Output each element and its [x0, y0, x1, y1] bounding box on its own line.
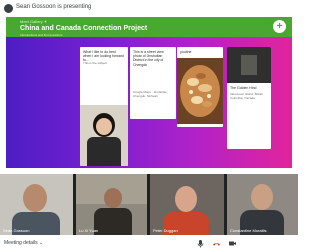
participant-tile-4[interactable]: Constantine Moraitis: [227, 174, 298, 235]
board-subtitle: Introductions and first questions: [20, 33, 63, 37]
participant-strip: Sean Gossoon Lu Xi Yuan Peter Duggan Con…: [0, 174, 298, 235]
hangup-icon[interactable]: [212, 239, 221, 248]
participant-tile-3[interactable]: Peter Duggan: [150, 174, 224, 235]
card-4-text: The Golden Hind: [230, 86, 257, 90]
participant-1-name: Sean Gossoon: [3, 228, 30, 233]
padlet-card-1[interactable]: What I like to do best when I am looking…: [80, 47, 128, 166]
board-title: China and Canada Connection Project: [20, 25, 148, 32]
padlet-card-3[interactable]: poutine: [177, 47, 223, 127]
card-1-footer: This is the subject: [83, 61, 108, 65]
plus-icon[interactable]: +: [273, 20, 286, 33]
mic-icon[interactable]: [196, 239, 205, 248]
card-2-small: Google Maps · Jinshuitan, Chengdu, Sichu…: [133, 90, 168, 98]
participant-3-head: [175, 186, 197, 212]
shared-screen: Meet Gallery ✦ China and Canada Connecti…: [6, 17, 292, 168]
girl-body: [87, 137, 121, 166]
participant-2-name: Lu Xi Yuan: [79, 228, 99, 233]
presenter-avatar: [4, 4, 13, 13]
card-2-text: This is a street view photo of Jinshuita…: [133, 50, 164, 67]
participant-3-name: Peter Duggan: [153, 228, 178, 233]
participant-4-head: [251, 184, 273, 210]
meeting-details-button[interactable]: Meeting details ⌄: [4, 240, 43, 246]
participant-2-body: [94, 208, 132, 235]
camera-icon[interactable]: [228, 239, 237, 248]
girl-face: [96, 118, 112, 135]
presenting-status: Sean Gossoon is presenting: [16, 4, 92, 10]
participant-4-name: Constantine Moraitis: [230, 228, 267, 233]
card-4-small: Vancouver Island, British Columbia, Cana…: [230, 92, 263, 100]
card-3-text: poutine: [180, 50, 192, 54]
card-4-photo-detail: [241, 55, 257, 75]
board-tag: Meet Gallery ✦: [20, 19, 48, 24]
bottom-bar: Meeting details ⌄: [0, 235, 298, 252]
card-4-photo: [227, 47, 271, 83]
padlet-card-4[interactable]: The Golden Hind Vancouver Island, Britis…: [227, 47, 271, 149]
poutine-image: [180, 65, 220, 117]
participant-tile-1[interactable]: Sean Gossoon: [0, 174, 73, 235]
card-1-photo: [80, 105, 128, 166]
top-bar: Sean Gossoon is presenting: [0, 0, 298, 18]
board-header: Meet Gallery ✦ China and Canada Connecti…: [6, 17, 292, 37]
participant-tile-2[interactable]: Lu Xi Yuan: [76, 174, 147, 235]
poutine-photo: [177, 58, 223, 124]
participant-2-head: [104, 188, 122, 208]
participant-1-head: [23, 184, 47, 212]
padlet-card-2[interactable]: This is a street view photo of Jinshuita…: [130, 47, 176, 119]
